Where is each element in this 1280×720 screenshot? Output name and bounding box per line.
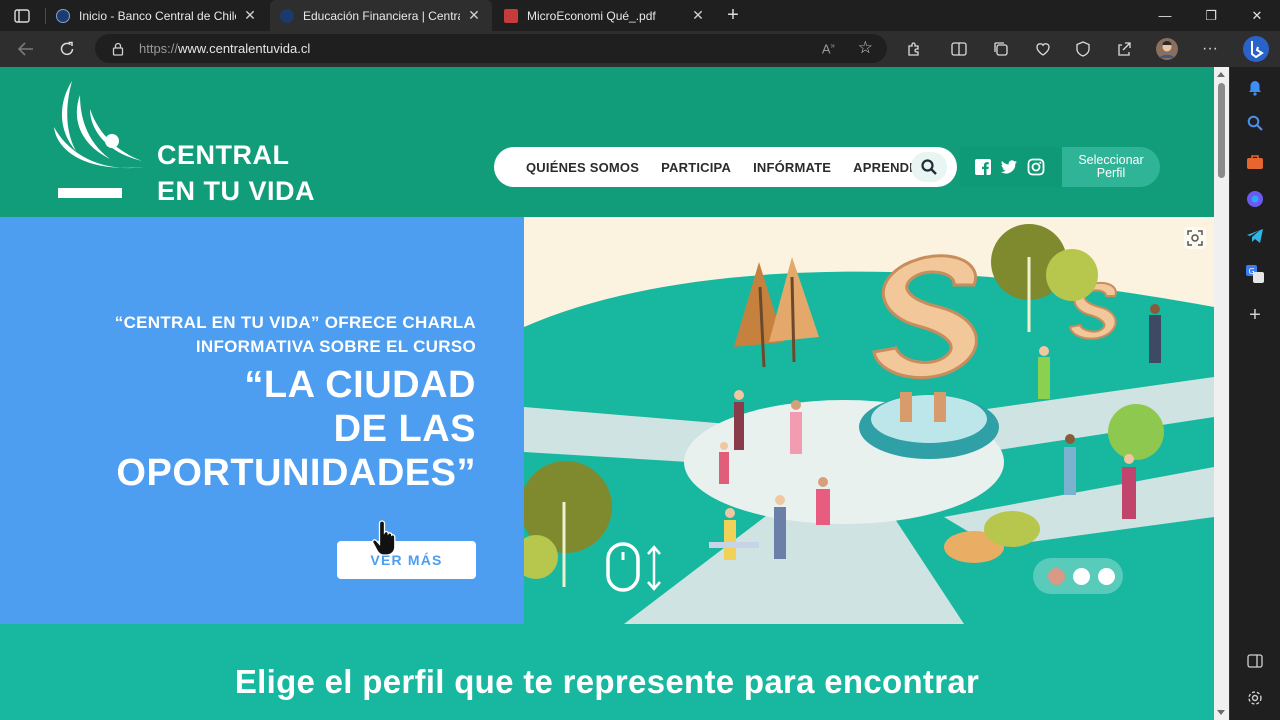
read-aloud-icon[interactable]: A» [822, 41, 835, 56]
carousel-dot-1[interactable] [1048, 568, 1065, 585]
hero-subtitle-line1: “CENTRAL EN TU VIDA” OFRECE CHARLA [114, 313, 476, 332]
translate-icon[interactable]: G [1244, 263, 1266, 285]
address-bar[interactable]: https://www.centralentuvida.cl A» ☆ [95, 34, 887, 63]
shopping-icon[interactable] [1244, 151, 1266, 173]
hero-title-line3: OPORTUNIDADES” [116, 452, 476, 494]
carousel-dot-3[interactable] [1098, 568, 1115, 585]
visual-search-icon[interactable] [1184, 227, 1206, 249]
tab-bar: Inicio - Banco Central de Chile ✕ Educac… [0, 0, 1280, 31]
svg-text:G: G [1249, 267, 1255, 276]
add-icon[interactable]: + [1244, 304, 1266, 326]
favorite-star-icon[interactable]: ☆ [858, 38, 873, 58]
site-name-line1: CENTRAL [157, 140, 290, 170]
scroll-down-icon[interactable] [1217, 710, 1225, 715]
banco-central-favicon-icon [56, 8, 70, 23]
pdf-icon [504, 8, 518, 23]
hero-text-panel: “CENTRAL EN TU VIDA” OFRECE CHARLA INFOR… [0, 217, 524, 624]
tab-title: MicroEconomi Qué_.pdf [527, 8, 656, 23]
scroll-mouse-icon [606, 542, 661, 592]
close-icon[interactable]: ✕ [242, 7, 258, 24]
performance-icon[interactable] [1030, 36, 1056, 62]
profile-section-heading: Elige el perfil que te represente para e… [234, 663, 980, 700]
copilot-icon[interactable] [1244, 188, 1266, 210]
sidebar-toggle-icon[interactable] [1244, 650, 1266, 672]
carousel-dot-2[interactable] [1073, 568, 1090, 585]
collections-icon[interactable] [988, 36, 1014, 62]
scrollbar-thumb[interactable] [1218, 83, 1225, 178]
refresh-icon[interactable] [54, 36, 80, 62]
minimize-button[interactable]: — [1142, 0, 1188, 31]
url-text: https://www.centralentuvida.cl [139, 41, 311, 56]
central-favicon-icon [280, 8, 294, 23]
edge-sidebar: G + [1229, 67, 1280, 720]
ver-mas-button[interactable]: VER MÁS [337, 541, 476, 579]
site-name[interactable]: CENTRAL EN TU VIDA [157, 137, 315, 209]
close-window-button[interactable]: ✕ [1234, 0, 1280, 31]
main-nav: QUIÉNES SOMOS PARTICIPA INFÓRMATE APREND… [494, 147, 957, 187]
hero-title: “LA CIUDAD DE LAS OPORTUNIDADES” [40, 363, 476, 495]
nav-aprende[interactable]: APRENDE [853, 160, 918, 175]
close-icon[interactable]: ✕ [690, 7, 706, 24]
share-icon[interactable] [1111, 36, 1137, 62]
hero-title-line2: DE LAS [333, 408, 476, 450]
bell-icon[interactable] [1244, 77, 1266, 99]
select-profile-button[interactable]: Seleccionar Perfil [1062, 147, 1160, 187]
web-page: CENTRAL EN TU VIDA QUIÉNES SOMOS PARTICI… [0, 67, 1214, 720]
tab-pdf[interactable]: MicroEconomi Qué_.pdf ✕ [494, 0, 716, 31]
search-icon [921, 159, 937, 175]
central-en-tu-vida-logo[interactable] [50, 81, 150, 206]
split-screen-icon[interactable] [946, 36, 972, 62]
restore-button[interactable]: ❐ [1188, 0, 1234, 31]
back-icon[interactable] [13, 36, 39, 62]
bing-copilot-icon[interactable] [1241, 34, 1271, 64]
nav-quienes-somos[interactable]: QUIÉNES SOMOS [526, 160, 639, 175]
tab-banco-central[interactable]: Inicio - Banco Central de Chile ✕ [46, 0, 268, 31]
scroll-up-icon[interactable] [1217, 72, 1225, 77]
close-icon[interactable]: ✕ [466, 7, 482, 24]
extensions-icon[interactable] [901, 36, 927, 62]
lock-icon[interactable] [111, 42, 125, 56]
facebook-icon[interactable] [974, 158, 992, 176]
telegram-icon[interactable] [1244, 225, 1266, 247]
carousel-indicators [1033, 558, 1123, 594]
search-icon[interactable] [1244, 112, 1266, 134]
window-controls: — ❐ ✕ [1142, 0, 1280, 31]
tab-actions-icon[interactable] [8, 5, 36, 27]
new-tab-button[interactable]: + [722, 5, 744, 27]
twitter-icon[interactable] [1000, 158, 1018, 176]
tab-title: Educación Financiera | Central en [303, 8, 460, 23]
nav-informate[interactable]: INFÓRMATE [753, 160, 831, 175]
profile-label-line2: Perfil [1096, 166, 1126, 180]
hand-cursor-icon [372, 520, 396, 556]
settings-icon[interactable] [1244, 687, 1266, 709]
search-button[interactable] [911, 152, 947, 182]
instagram-icon[interactable] [1027, 158, 1045, 176]
nav-participa[interactable]: PARTICIPA [661, 160, 731, 175]
browser-essentials-icon[interactable] [1070, 36, 1096, 62]
hero-subtitle: “CENTRAL EN TU VIDA” OFRECE CHARLA INFOR… [40, 311, 476, 359]
browser-toolbar: https://www.centralentuvida.cl A» ☆ ··· [0, 31, 1280, 67]
site-header: CENTRAL EN TU VIDA QUIÉNES SOMOS PARTICI… [0, 67, 1214, 217]
hero-title-line1: “LA CIUDAD [244, 364, 476, 406]
more-icon[interactable]: ··· [1197, 36, 1223, 62]
tab-title: Inicio - Banco Central de Chile [79, 8, 236, 23]
tab-educacion-financiera[interactable]: Educación Financiera | Central en ✕ [270, 0, 492, 31]
site-name-line2: EN TU VIDA [157, 176, 316, 206]
page-scrollbar[interactable] [1214, 67, 1229, 720]
hero-subtitle-line2: INFORMATIVA SOBRE EL CURSO [195, 337, 476, 356]
profile-avatar[interactable] [1154, 36, 1180, 62]
